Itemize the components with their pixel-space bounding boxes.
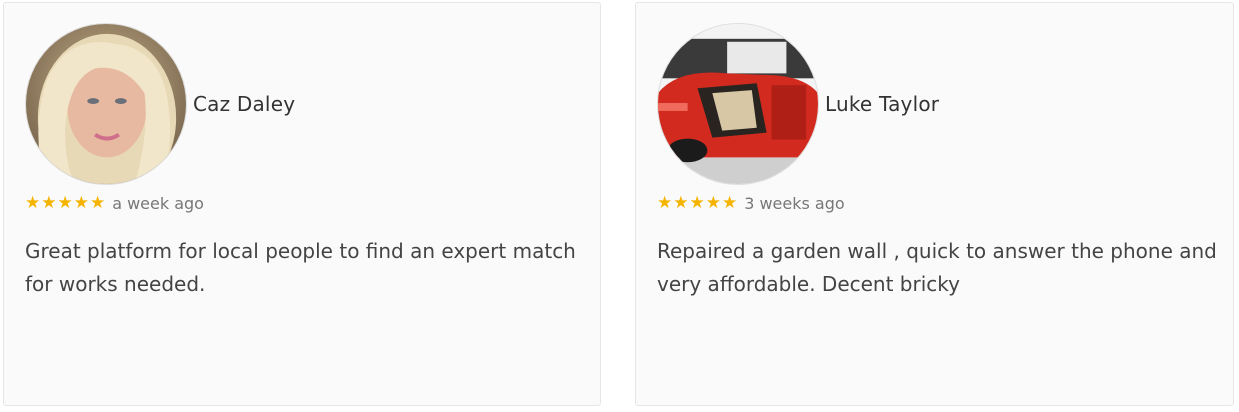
review-time: 3 weeks ago [744,193,845,213]
review-card: Luke Taylor ★★★★★ 3 weeks ago Repaired a… [635,2,1234,406]
review-meta: ★★★★★ 3 weeks ago [657,193,845,213]
reviewer-name: Caz Daley [193,92,296,116]
star-rating: ★★★★★ [25,193,107,213]
review-meta: ★★★★★ a week ago [25,193,204,213]
review-time: a week ago [112,193,204,213]
review-text: Great platform for local people to find … [25,239,576,296]
review-text: Repaired a garden wall , quick to answer… [657,239,1217,296]
red-car-photo-icon [658,24,818,184]
review-header: Luke Taylor [657,23,939,185]
woman-portrait-photo-icon [26,24,186,184]
reviews-row: Caz Daley ★★★★★ a week ago Great platfor… [0,0,1239,412]
review-header: Caz Daley [25,23,295,185]
reviewer-avatar [657,23,819,185]
review-card: Caz Daley ★★★★★ a week ago Great platfor… [3,2,601,406]
reviewer-avatar [25,23,187,185]
reviewer-name: Luke Taylor [825,92,940,116]
star-rating: ★★★★★ [657,193,739,213]
